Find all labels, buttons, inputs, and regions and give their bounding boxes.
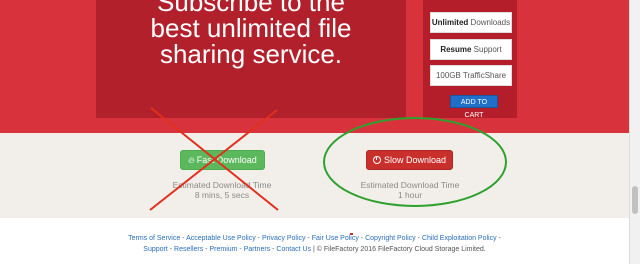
- highlight-circle-annotation: [323, 117, 507, 207]
- link-acceptable-use[interactable]: Acceptable Use Policy: [186, 235, 256, 242]
- promo-line-2: best unlimited file: [150, 13, 352, 43]
- vertical-scrollbar[interactable]: [629, 0, 640, 264]
- link-support[interactable]: Support: [143, 246, 168, 253]
- link-fair-use[interactable]: Fair Use Policy: [312, 235, 359, 242]
- cross-out-annotation: [149, 107, 279, 211]
- link-child-exploitation[interactable]: Child Exploitation Policy: [422, 235, 497, 242]
- hero-banner: Subscribe to the best unlimited file sha…: [0, 0, 640, 133]
- plan-feature-resume: Resume Support: [430, 39, 512, 60]
- footer-links: Terms of Service - Acceptable Use Policy…: [0, 233, 629, 255]
- plan-feature-traffic: 100GB TrafficShare: [430, 65, 512, 86]
- link-privacy-policy[interactable]: Privacy Policy: [262, 235, 306, 242]
- link-resellers[interactable]: Resellers: [174, 246, 203, 253]
- premium-plan-card: Unlimited Downloads Resume Support 100GB…: [423, 0, 517, 119]
- plan-feature-unlimited: Unlimited Downloads: [430, 12, 512, 33]
- copyright-text: | © FileFactory 2016 FileFactory Cloud S…: [313, 246, 486, 253]
- link-premium[interactable]: Premium: [209, 246, 237, 253]
- download-options: [0, 133, 629, 218]
- footer-row-2: Support - Resellers - Premium - Partners…: [143, 246, 486, 253]
- promo-line-3: sharing service.: [159, 39, 343, 69]
- add-to-cart-button[interactable]: ADD TO CART: [450, 95, 498, 119]
- link-terms-of-service[interactable]: Terms of Service: [128, 235, 180, 242]
- link-copyright[interactable]: Copyright Policy: [365, 235, 416, 242]
- link-contact-us[interactable]: Contact Us: [276, 246, 311, 253]
- scrollbar-thumb[interactable]: [632, 186, 638, 214]
- link-partners[interactable]: Partners: [244, 246, 270, 253]
- page: Subscribe to the best unlimited file sha…: [0, 0, 640, 264]
- footer-row-1: Terms of Service - Acceptable Use Policy…: [128, 235, 501, 242]
- promo-panel: Subscribe to the best unlimited file sha…: [96, 0, 406, 118]
